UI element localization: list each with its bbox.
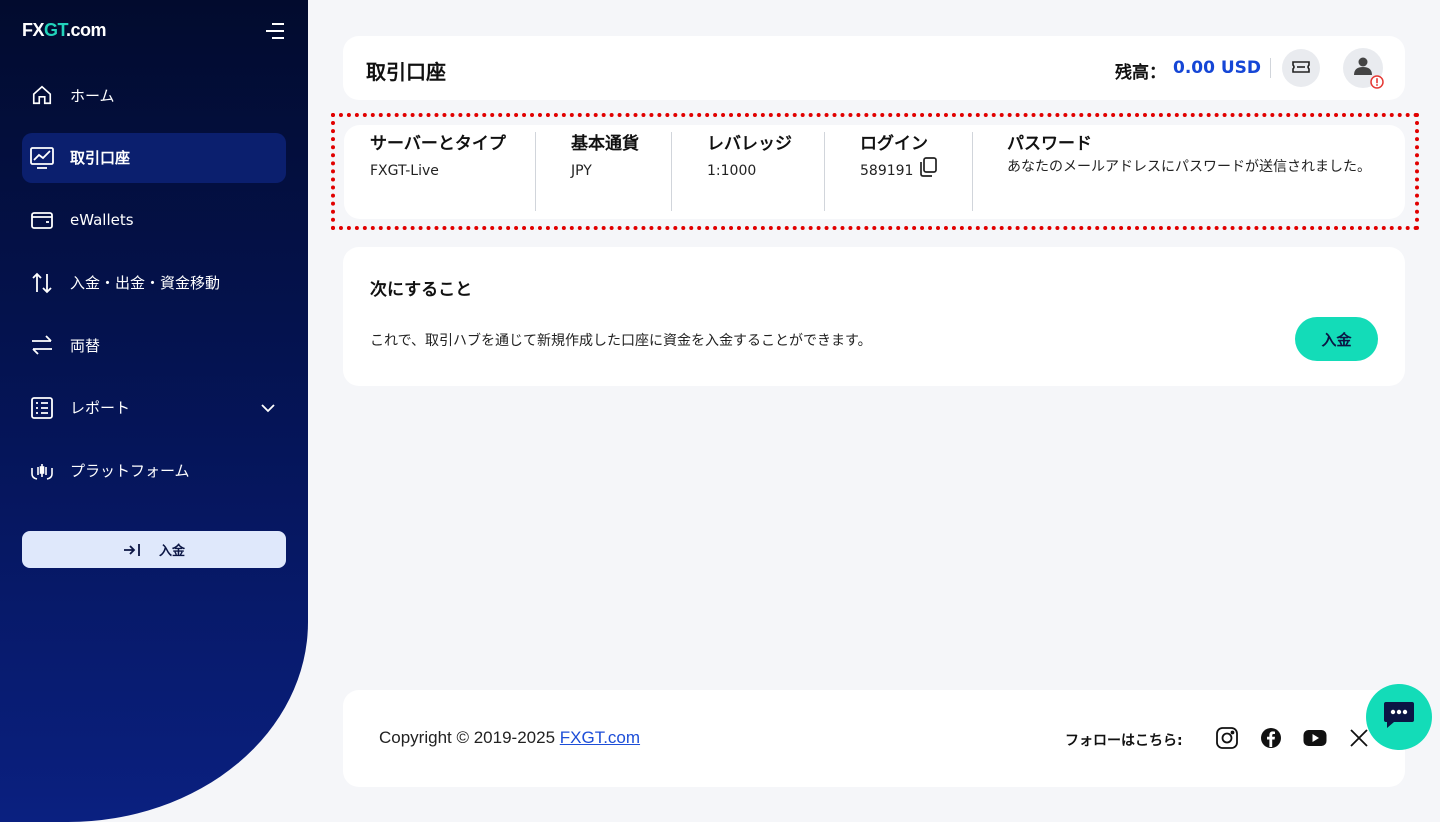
sidebar-item-label: 入金・出金・資金移動 xyxy=(70,274,221,292)
fxgt-link[interactable]: FXGT.com xyxy=(560,728,640,747)
sidebar-item-home[interactable]: ホーム xyxy=(22,70,286,120)
deposit-button[interactable]: 入金 xyxy=(1295,317,1378,361)
leverage-column: レバレッジ 1:1000 xyxy=(707,132,797,179)
password-column: パスワード あなたのメールアドレスにパスワードが送信されました。 xyxy=(1007,132,1377,178)
chat-button[interactable] xyxy=(1366,684,1432,750)
copy-icon[interactable] xyxy=(919,157,938,181)
sidebar-item-transfers[interactable]: 入金・出金・資金移動 xyxy=(22,258,286,308)
follow-label: フォローはこちら: xyxy=(1065,733,1183,749)
page-title: 取引口座 xyxy=(366,60,446,84)
sidebar-item-reports[interactable]: レポート xyxy=(22,383,286,433)
server-column: サーバーとタイプ FXGT-Live xyxy=(370,132,510,179)
login-label: ログイン xyxy=(860,134,928,154)
youtube-icon[interactable] xyxy=(1303,726,1327,750)
login-value-row: 589191 xyxy=(860,157,970,181)
server-label: サーバーとタイプ xyxy=(370,134,506,154)
password-value: あなたのメールアドレスにパスワードが送信されました。 xyxy=(1007,159,1371,175)
footer: Copyright © 2019-2025 FXGT.com フォローはこちら: xyxy=(343,690,1405,787)
chat-icon xyxy=(1382,700,1416,734)
warning-icon xyxy=(1370,74,1384,89)
currency-column: 基本通貨 JPY xyxy=(571,132,639,179)
next-steps-text: これで、取引ハブを通じて新規作成した口座に資金を入金することができます。 xyxy=(370,333,872,349)
wallet-icon xyxy=(30,208,54,232)
leverage-value: 1:1000 xyxy=(707,163,757,179)
exchange-icon xyxy=(30,333,54,357)
platform-icon xyxy=(30,458,54,482)
login-value: 589191 xyxy=(860,163,914,179)
sidebar-item-label: レポート xyxy=(70,399,131,417)
currency-value: JPY xyxy=(571,163,592,179)
login-column: ログイン 589191 xyxy=(860,132,970,181)
next-steps-card: 次にすること これで、取引ハブを通じて新規作成した口座に資金を入金することができ… xyxy=(343,247,1405,386)
sidebar: FXGT.com ホーム 取引口座 eWallets 入金・出金・資金移動 両替… xyxy=(0,0,308,822)
header-divider xyxy=(1270,58,1271,78)
balance-value: 0.00 USD xyxy=(1173,58,1262,78)
ticket-icon xyxy=(1292,59,1310,78)
chevron-down-icon[interactable] xyxy=(258,398,278,418)
column-divider xyxy=(671,132,672,211)
balance-label: 残高： xyxy=(1115,63,1166,83)
next-steps-title: 次にすること xyxy=(370,280,473,300)
chart-icon xyxy=(30,146,54,170)
header-bar: 取引口座 残高： 0.00 USD xyxy=(343,36,1405,100)
copyright: Copyright © 2019-2025 FXGT.com xyxy=(379,728,640,748)
sidebar-item-platforms[interactable]: プラットフォーム xyxy=(22,445,286,495)
currency-label: 基本通貨 xyxy=(571,134,639,154)
home-icon xyxy=(30,83,54,107)
sidebar-item-label: プラットフォーム xyxy=(70,461,190,480)
facebook-icon[interactable] xyxy=(1259,726,1283,750)
column-divider xyxy=(972,132,973,211)
sidebar-item-trading-accounts[interactable]: 取引口座 xyxy=(22,132,286,183)
sidebar-item-ewallets[interactable]: eWallets xyxy=(22,195,286,245)
sidebar-item-exchange[interactable]: 両替 xyxy=(22,320,286,370)
instagram-icon[interactable] xyxy=(1215,726,1239,750)
sidebar-item-label: 両替 xyxy=(70,336,101,355)
password-label: パスワード xyxy=(1007,134,1092,154)
server-value: FXGT-Live xyxy=(370,163,439,179)
hamburger-menu-icon[interactable] xyxy=(264,22,286,40)
sidebar-deposit-button[interactable]: 入金 xyxy=(22,531,286,568)
account-info-card: サーバーとタイプ FXGT-Live 基本通貨 JPY レバレッジ 1:1000… xyxy=(344,125,1405,219)
sidebar-item-label: 取引口座 xyxy=(70,149,131,167)
column-divider xyxy=(824,132,825,211)
report-icon xyxy=(30,396,54,420)
sidebar-deposit-label: 入金 xyxy=(158,544,185,559)
fxgt-logo[interactable]: FXGT.com xyxy=(22,20,107,41)
sidebar-item-label: ホーム xyxy=(70,86,115,105)
transfer-icon xyxy=(30,271,54,295)
leverage-label: レバレッジ xyxy=(707,134,792,154)
arrow-in-icon xyxy=(123,543,141,557)
column-divider xyxy=(535,132,536,211)
ticket-button[interactable] xyxy=(1282,49,1320,87)
sidebar-item-label: eWallets xyxy=(70,211,134,229)
copyright-text: Copyright © 2019-2025 xyxy=(379,728,560,747)
sidebar-nav: ホーム 取引口座 eWallets 入金・出金・資金移動 両替 レポート プラッ… xyxy=(22,70,286,508)
x-twitter-icon[interactable] xyxy=(1347,726,1371,750)
